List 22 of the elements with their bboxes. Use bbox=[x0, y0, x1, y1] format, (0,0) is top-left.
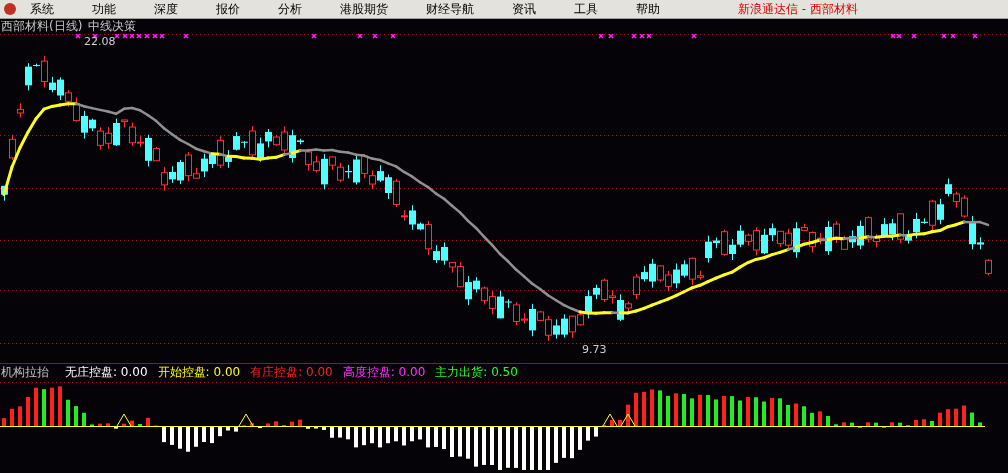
legend-item: 无庄控盘: 0.00 bbox=[65, 364, 148, 380]
menu-item[interactable]: 分析 bbox=[278, 0, 302, 18]
indicator-name: 中线决策 bbox=[88, 19, 137, 34]
legend-item: 主力出货: 0.50 bbox=[435, 364, 518, 380]
app-icon bbox=[4, 3, 16, 15]
window-title: 新浪通达信 - 西部材料 bbox=[738, 0, 858, 18]
menu-item[interactable]: 功能 bbox=[92, 0, 116, 18]
chart-title: 西部材料(日线) bbox=[1, 19, 83, 34]
indicator-name: 机构拉抬 bbox=[1, 364, 49, 380]
menu-item[interactable]: 港股期货 bbox=[340, 0, 388, 18]
high-price-label: 22.08 bbox=[84, 35, 116, 48]
menu-item[interactable]: 帮助 bbox=[636, 0, 660, 18]
menu-item[interactable]: 报价 bbox=[216, 0, 240, 18]
legend-item: 有庄控盘: 0.00 bbox=[250, 364, 333, 380]
legend-item: 高度控盘: 0.00 bbox=[342, 364, 426, 380]
legend-item: 开始控盘: 0.00 bbox=[157, 364, 241, 380]
menu-item[interactable]: 工具 bbox=[574, 0, 598, 18]
menu-item[interactable]: 深度 bbox=[154, 0, 178, 18]
menu-item[interactable]: 资讯 bbox=[512, 0, 536, 18]
low-price-label: 9.73 bbox=[582, 343, 607, 356]
menu-item[interactable]: 财经导航 bbox=[426, 0, 474, 18]
menu-item[interactable]: 系统 bbox=[30, 0, 54, 18]
